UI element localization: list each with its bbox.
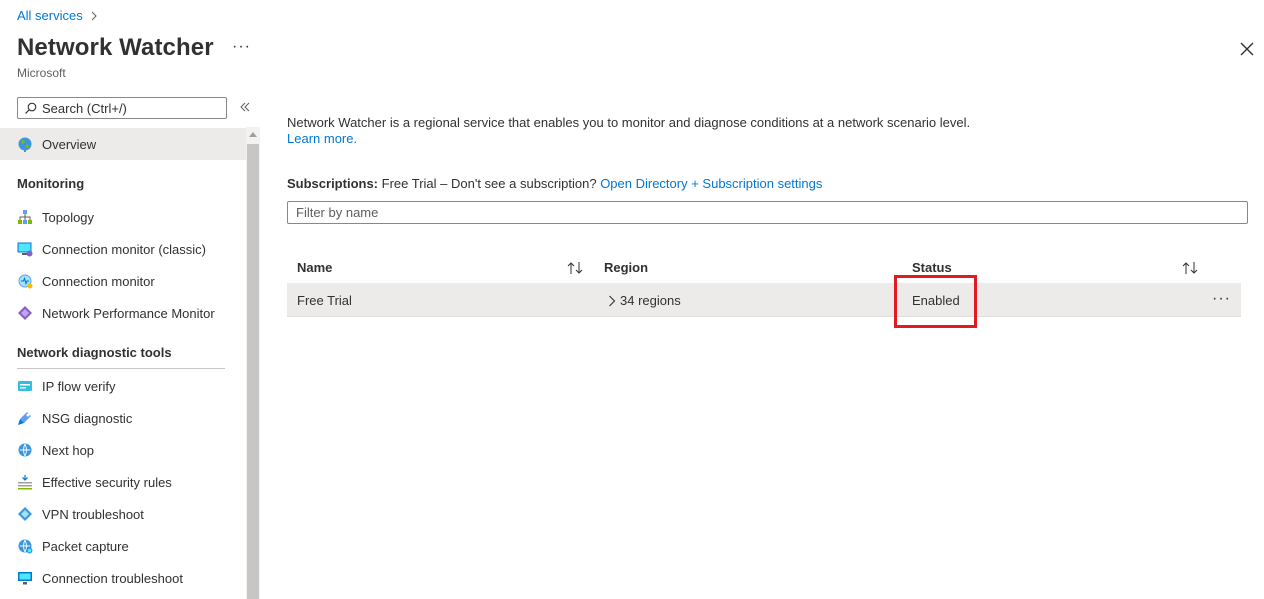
sort-icon[interactable]	[567, 261, 585, 275]
column-header-status[interactable]: Status	[912, 260, 952, 275]
search-box[interactable]	[17, 97, 227, 119]
sidebar: Overview Monitoring Topology Connection …	[0, 127, 246, 599]
search-input[interactable]	[42, 100, 212, 116]
sidebar-item-label: Connection monitor	[42, 273, 155, 289]
subscriptions-label: Subscriptions:	[287, 176, 379, 191]
sidebar-item-topology[interactable]: Topology	[0, 201, 246, 233]
grid-header: Name Region Status	[287, 252, 1241, 284]
vpn-icon	[18, 507, 32, 521]
sidebar-item-label: Connection troubleshoot	[42, 570, 183, 586]
sidebar-item-connection-monitor[interactable]: Connection monitor	[0, 265, 246, 297]
subscriptions-line: Subscriptions: Free Trial – Don't see a …	[287, 176, 822, 191]
scroll-up-arrow-icon[interactable]	[249, 131, 257, 137]
packet-capture-icon	[18, 539, 33, 554]
close-icon[interactable]	[1238, 40, 1256, 58]
row-more-options-icon[interactable]: ···	[1212, 290, 1231, 308]
sidebar-item-label: Connection monitor (classic)	[42, 241, 207, 257]
diamond-icon	[18, 306, 32, 320]
cell-status: Enabled	[912, 293, 960, 308]
sidebar-item-label: Effective security rules	[42, 474, 172, 490]
sidebar-item-vpn-troubleshoot[interactable]: VPN troubleshoot	[0, 498, 246, 530]
subscriptions-prompt: – Don't see a subscription?	[436, 176, 601, 191]
sidebar-item-label: VPN troubleshoot	[42, 506, 144, 522]
directory-subscription-settings-link[interactable]: Open Directory + Subscription settings	[600, 176, 822, 191]
monitor-icon	[17, 242, 33, 257]
nsg-diagnostic-icon	[18, 412, 31, 425]
page-title: Network Watcher	[17, 34, 214, 61]
chevron-right-icon[interactable]	[608, 295, 616, 307]
page-subtitle: Microsoft	[17, 66, 66, 80]
subscriptions-value: Free Trial	[381, 176, 437, 191]
sidebar-item-overview[interactable]: Overview	[0, 128, 246, 160]
sidebar-item-label: Network Performance Monitor	[42, 305, 215, 321]
sidebar-item-connection-troubleshoot[interactable]: Connection troubleshoot	[0, 562, 246, 594]
next-hop-icon	[18, 443, 32, 457]
more-options-icon[interactable]: ···	[232, 38, 251, 56]
service-description: Network Watcher is a regional service th…	[287, 115, 971, 130]
subscriptions-grid: Name Region Status Free Trial 34 regions…	[287, 252, 1241, 317]
scrollbar-thumb[interactable]	[247, 144, 259, 599]
section-divider	[17, 368, 225, 369]
ip-flow-icon	[18, 381, 32, 391]
filter-box[interactable]	[287, 201, 1248, 224]
filter-input[interactable]	[296, 205, 1236, 220]
sidebar-item-next-hop[interactable]: Next hop	[0, 434, 246, 466]
sidebar-item-ip-flow-verify[interactable]: IP flow verify	[0, 370, 246, 402]
connection-monitor-icon	[18, 274, 33, 289]
sidebar-item-nsg-diagnostic[interactable]: NSG diagnostic	[0, 402, 246, 434]
sidebar-scrollbar[interactable]	[246, 127, 260, 599]
collapse-sidebar-icon[interactable]	[238, 100, 252, 114]
sidebar-item-connection-monitor-classic[interactable]: Connection monitor (classic)	[0, 233, 246, 265]
sidebar-item-packet-capture[interactable]: Packet capture	[0, 530, 246, 562]
breadcrumb-all-services-link[interactable]: All services	[17, 8, 83, 23]
sidebar-item-label: NSG diagnostic	[42, 410, 133, 426]
sidebar-item-label: Topology	[42, 209, 95, 225]
sidebar-item-network-performance-monitor[interactable]: Network Performance Monitor	[0, 297, 246, 329]
sidebar-item-label: IP flow verify	[42, 378, 116, 394]
sidebar-item-label: Packet capture	[42, 538, 129, 554]
section-header-monitoring: Monitoring	[17, 176, 85, 191]
connection-troubleshoot-icon	[18, 572, 32, 585]
sort-icon[interactable]	[1182, 261, 1200, 275]
breadcrumb: All services	[17, 8, 99, 23]
topology-icon	[18, 210, 32, 224]
section-header-network-diagnostic-tools: Network diagnostic tools	[17, 345, 172, 360]
globe-icon	[18, 137, 32, 152]
column-header-name[interactable]: Name	[297, 260, 332, 275]
cell-name: Free Trial	[297, 293, 352, 308]
learn-more-link[interactable]: Learn more.	[287, 131, 357, 146]
search-icon	[25, 102, 37, 114]
sidebar-item-label: Overview	[42, 136, 97, 152]
sidebar-item-label: Next hop	[42, 442, 95, 458]
sidebar-item-effective-security-rules[interactable]: Effective security rules	[0, 466, 246, 498]
security-rules-icon	[18, 475, 32, 490]
table-row[interactable]: Free Trial 34 regions Enabled ···	[287, 284, 1241, 317]
region-count: 34 regions	[620, 293, 681, 308]
column-header-region[interactable]: Region	[604, 260, 648, 275]
chevron-right-icon	[91, 11, 97, 20]
cell-region[interactable]: 34 regions	[608, 293, 681, 308]
